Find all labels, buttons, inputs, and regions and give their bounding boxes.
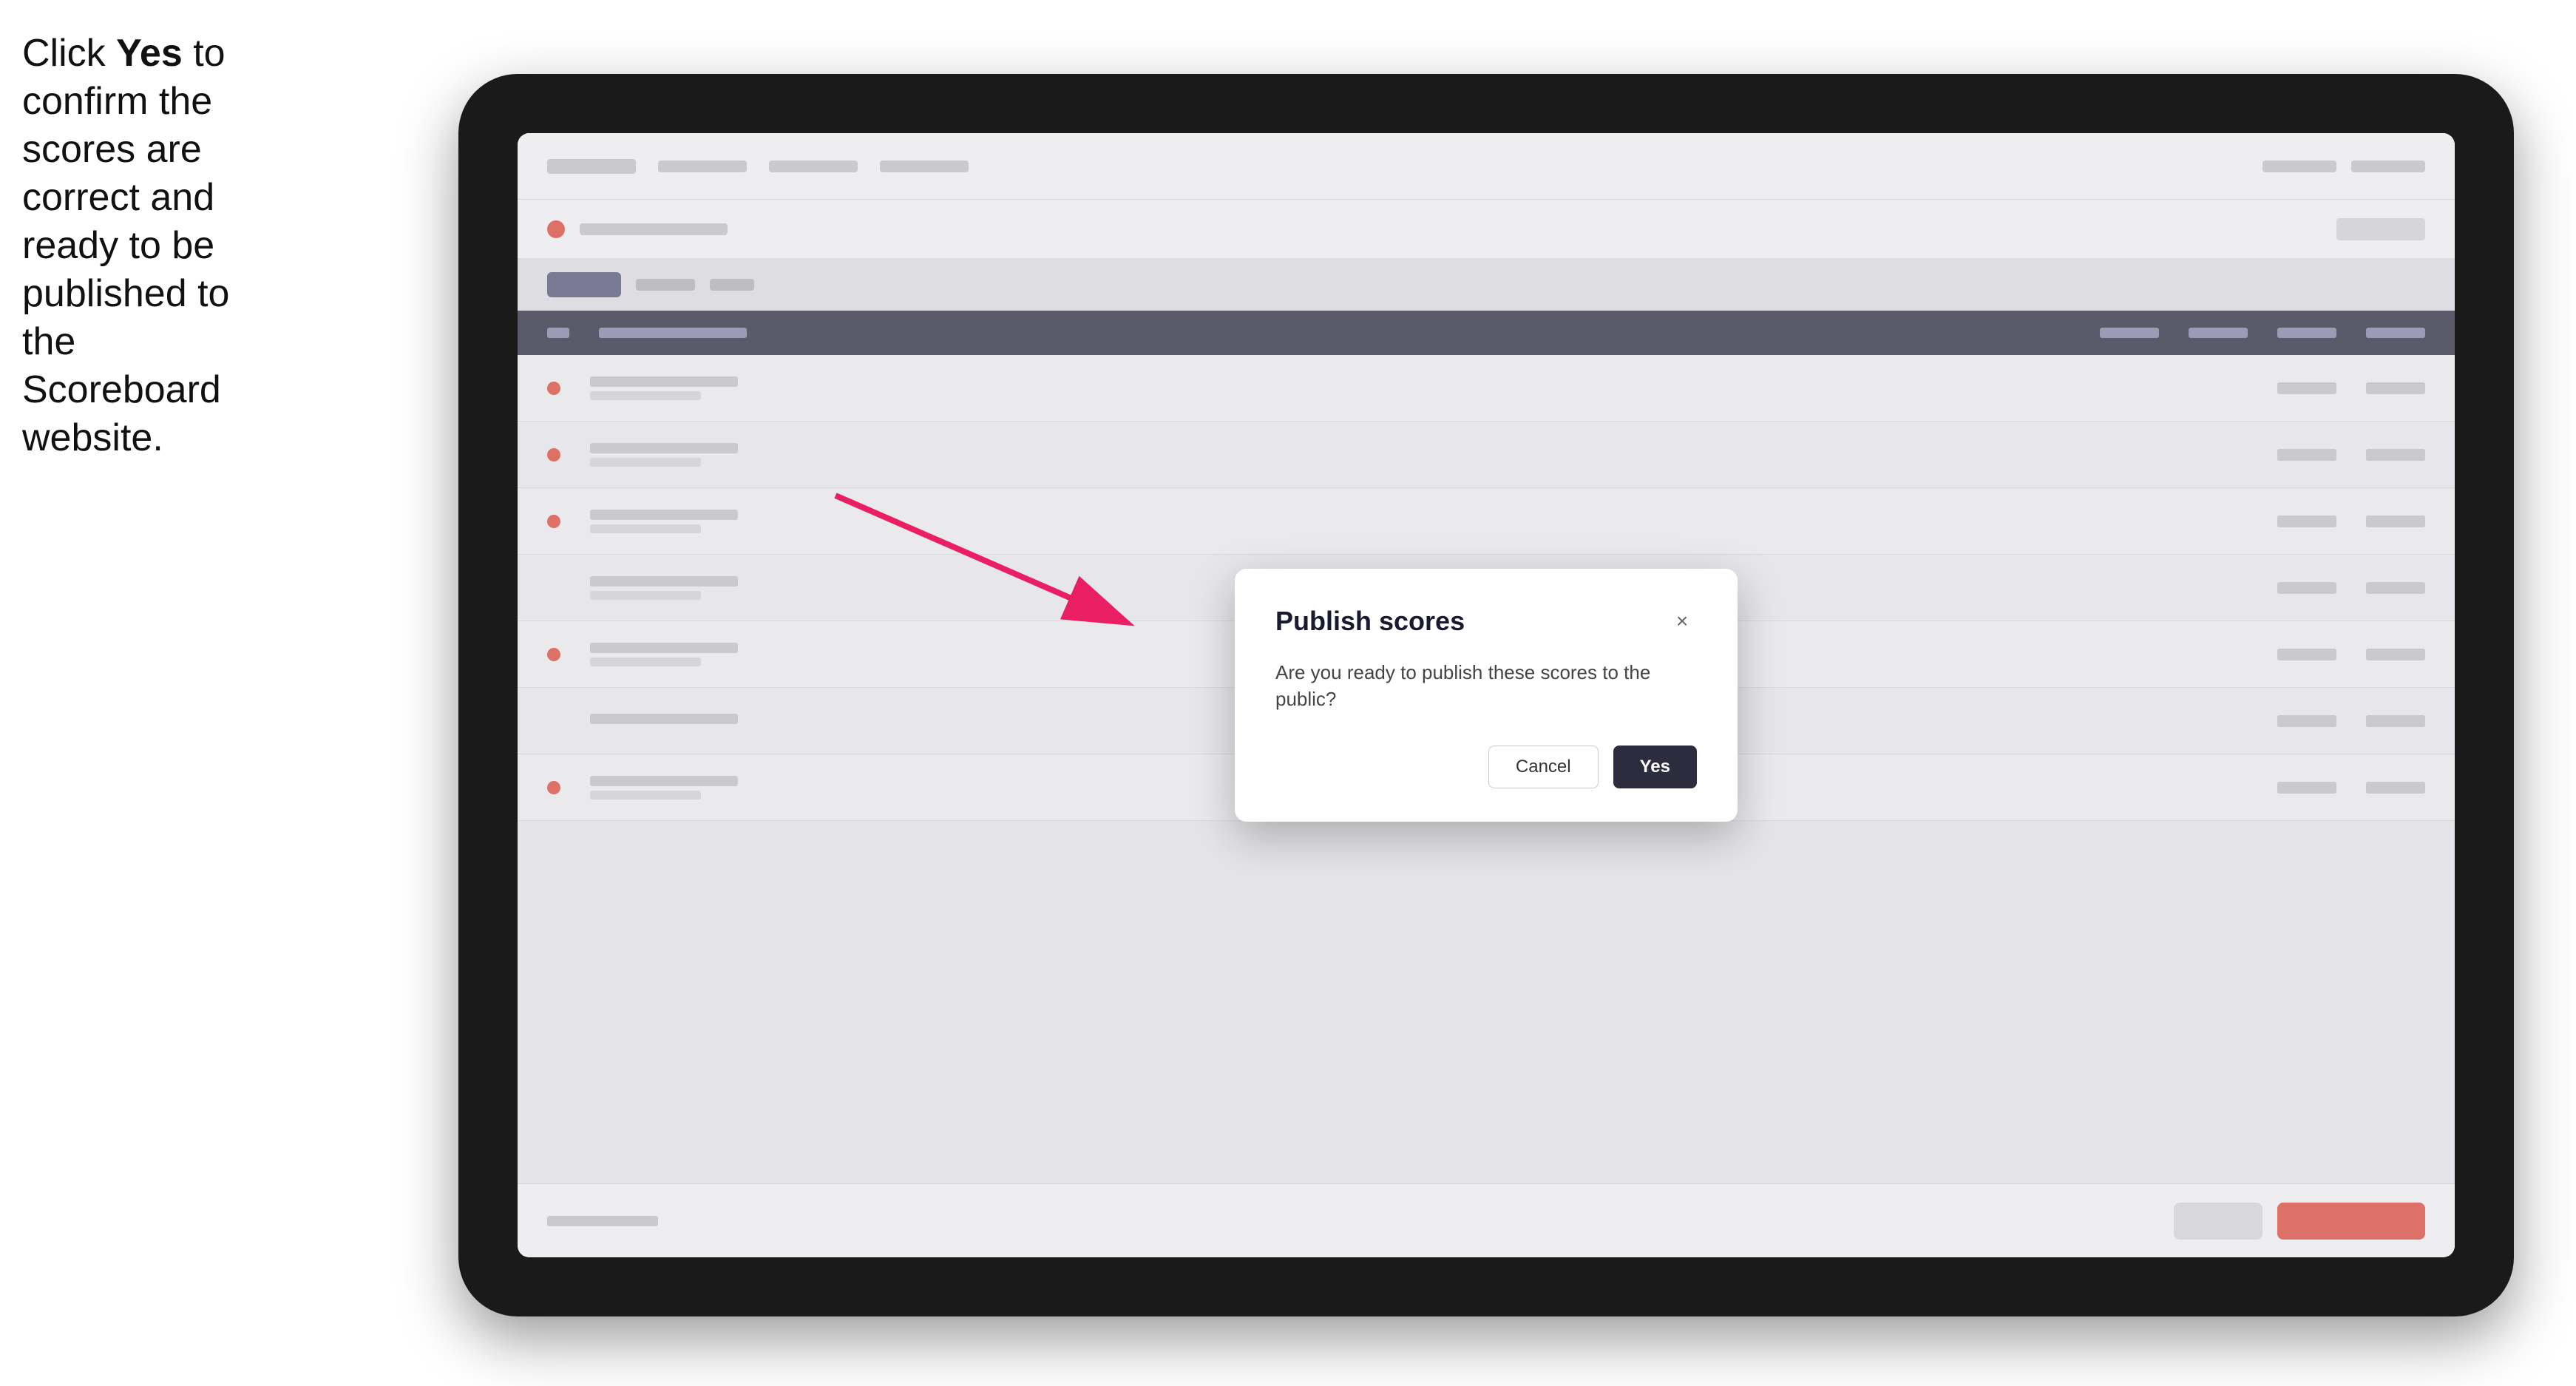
modal-close-button[interactable]: × (1667, 606, 1697, 636)
tablet-device: Publish scores × Are you ready to publis… (458, 74, 2514, 1316)
modal-footer: Cancel Yes (1275, 746, 1697, 788)
yes-button[interactable]: Yes (1613, 746, 1697, 788)
yes-emphasis: Yes (116, 32, 183, 75)
instruction-text: Click Yes to confirm the scores are corr… (22, 30, 237, 462)
modal-body-text: Are you ready to publish these scores to… (1275, 659, 1697, 713)
tablet-screen: Publish scores × Are you ready to publis… (518, 133, 2455, 1257)
modal-header: Publish scores × (1275, 606, 1697, 637)
modal-title: Publish scores (1275, 606, 1465, 637)
publish-scores-modal: Publish scores × Are you ready to publis… (1235, 569, 1738, 822)
cancel-button[interactable]: Cancel (1488, 746, 1599, 788)
modal-overlay: Publish scores × Are you ready to publis… (518, 133, 2455, 1257)
